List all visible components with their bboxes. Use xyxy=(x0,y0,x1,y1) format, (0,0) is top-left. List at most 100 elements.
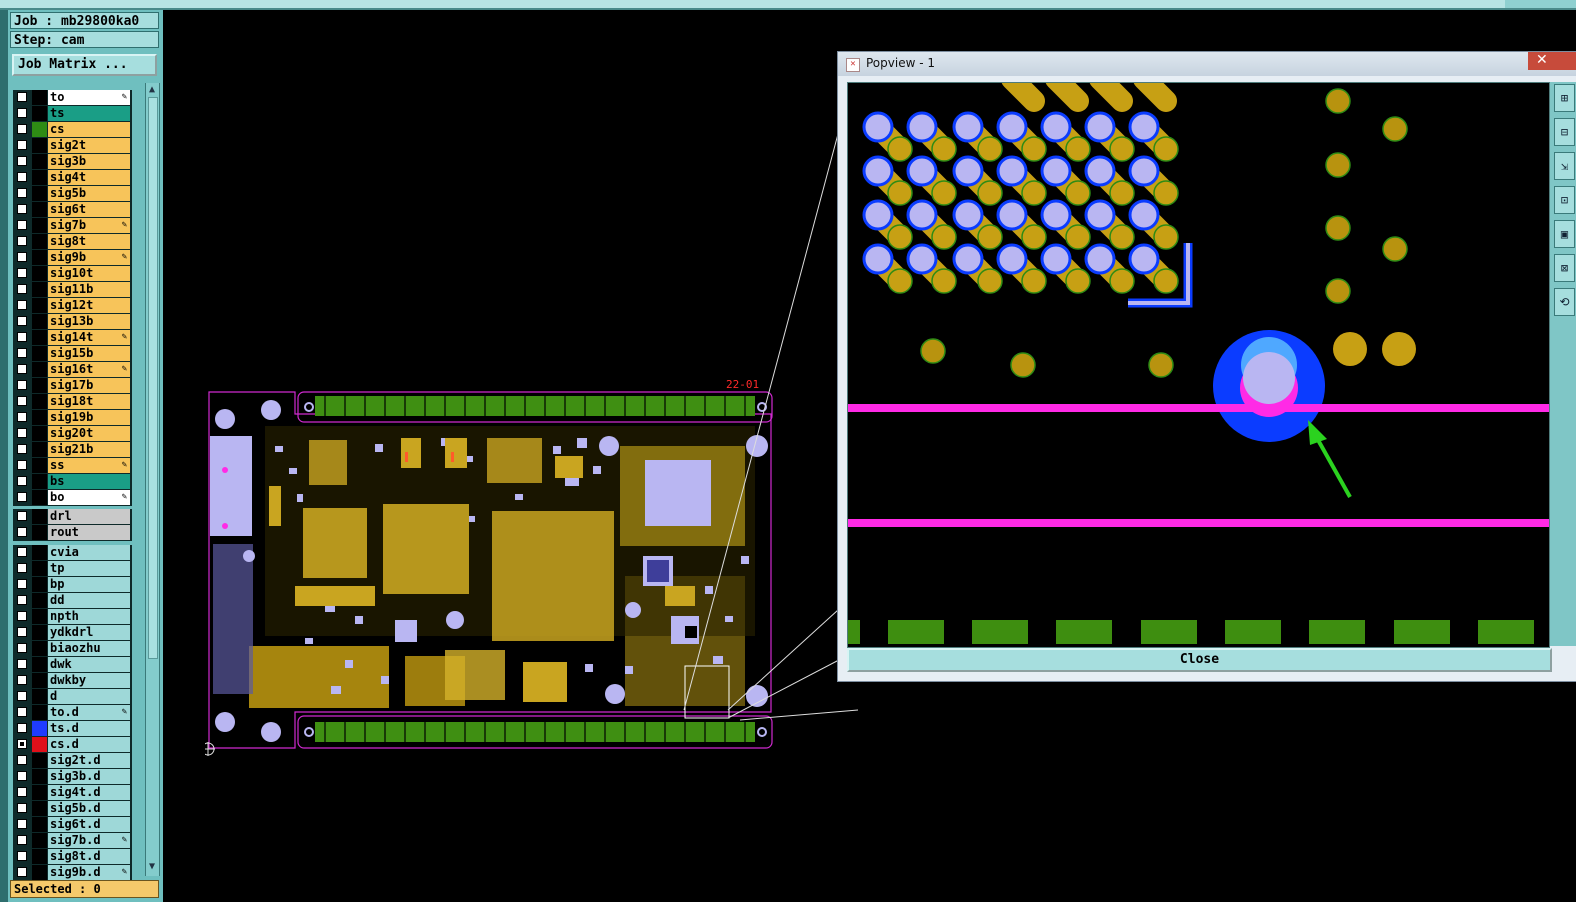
layer-color-swatch[interactable] xyxy=(32,769,47,784)
fit-icon[interactable]: ⊡ xyxy=(1554,186,1575,214)
layer-row[interactable]: dd xyxy=(13,593,132,608)
layer-checkbox[interactable] xyxy=(17,691,27,701)
layer-checkbox[interactable] xyxy=(17,739,27,749)
layer-row[interactable]: dwkby xyxy=(13,673,132,688)
layer-color-swatch[interactable] xyxy=(32,609,47,624)
layer-color-swatch[interactable] xyxy=(32,561,47,576)
layer-name[interactable]: sig6t xyxy=(48,202,130,217)
layer-color-swatch[interactable] xyxy=(32,657,47,672)
layer-color-swatch[interactable] xyxy=(32,490,47,505)
layer-name[interactable]: sig15b xyxy=(48,346,130,361)
layer-checkbox[interactable] xyxy=(17,563,27,573)
layer-color-swatch[interactable] xyxy=(32,410,47,425)
layer-color-swatch[interactable] xyxy=(32,250,47,265)
layer-name[interactable]: sig19b xyxy=(48,410,130,425)
layer-checkbox[interactable] xyxy=(17,172,27,182)
layer-checkbox[interactable] xyxy=(17,787,27,797)
layer-name[interactable]: sig6t.d xyxy=(48,817,130,832)
layer-checkbox[interactable] xyxy=(17,284,27,294)
layer-checkbox[interactable] xyxy=(17,364,27,374)
layer-row[interactable]: sig20t xyxy=(13,426,132,441)
layer-name[interactable]: sig10t xyxy=(48,266,130,281)
layer-row[interactable]: sig4t xyxy=(13,170,132,185)
layer-checkbox[interactable] xyxy=(17,460,27,470)
layer-row[interactable]: sig5b.d xyxy=(13,801,132,816)
layer-row[interactable]: ss ✎ xyxy=(13,458,132,473)
popview-close-icon[interactable]: ✕ xyxy=(1528,52,1576,70)
layer-name[interactable]: ts xyxy=(48,106,130,121)
layer-color-swatch[interactable] xyxy=(32,849,47,864)
layer-checkbox[interactable] xyxy=(17,204,27,214)
layer-color-swatch[interactable] xyxy=(32,673,47,688)
layer-color-swatch[interactable] xyxy=(32,737,47,752)
layer-name[interactable]: sig16t ✎ xyxy=(48,362,130,377)
job-matrix-button[interactable]: Job Matrix ... xyxy=(12,54,157,76)
layer-name[interactable]: sig11b xyxy=(48,282,130,297)
layer-row[interactable]: sig15b xyxy=(13,346,132,361)
layer-color-swatch[interactable] xyxy=(32,474,47,489)
layer-row[interactable]: ts.d xyxy=(13,721,132,736)
layer-color-swatch[interactable] xyxy=(32,625,47,640)
layer-checkbox[interactable] xyxy=(17,611,27,621)
layer-row[interactable]: sig14t ✎ xyxy=(13,330,132,345)
layer-name[interactable]: bs xyxy=(48,474,130,489)
layer-name[interactable]: sig5b.d xyxy=(48,801,130,816)
layer-row[interactable]: d xyxy=(13,689,132,704)
layer-color-swatch[interactable] xyxy=(32,801,47,816)
layer-name[interactable]: ydkdrl xyxy=(48,625,130,640)
layer-row[interactable]: sig3b.d xyxy=(13,769,132,784)
layer-checkbox[interactable] xyxy=(17,412,27,422)
layer-checkbox[interactable] xyxy=(17,771,27,781)
layer-row[interactable]: sig18t xyxy=(13,394,132,409)
layer-color-swatch[interactable] xyxy=(32,330,47,345)
zoom-in-icon[interactable]: ⊞ xyxy=(1554,84,1575,112)
layer-checkbox[interactable] xyxy=(17,579,27,589)
layer-color-swatch[interactable] xyxy=(32,721,47,736)
layer-color-swatch[interactable] xyxy=(32,378,47,393)
layer-color-swatch[interactable] xyxy=(32,545,47,560)
layer-color-swatch[interactable] xyxy=(32,234,47,249)
layer-row[interactable]: sig10t xyxy=(13,266,132,281)
popview-titlebar[interactable]: ✕ Popview - 1 ✕ xyxy=(838,52,1576,76)
layer-color-swatch[interactable] xyxy=(32,458,47,473)
layer-checkbox[interactable] xyxy=(17,220,27,230)
layer-row[interactable]: sig11b xyxy=(13,282,132,297)
layer-row[interactable]: dwk xyxy=(13,657,132,672)
layer-checkbox[interactable] xyxy=(17,511,27,521)
window-icon[interactable]: ▣ xyxy=(1554,220,1575,248)
layer-row[interactable]: sig21b xyxy=(13,442,132,457)
layer-name[interactable]: sig5b xyxy=(48,186,130,201)
layer-name[interactable]: sig8t.d xyxy=(48,849,130,864)
popview-canvas[interactable] xyxy=(847,82,1550,648)
layer-checkbox[interactable] xyxy=(17,108,27,118)
layer-checkbox[interactable] xyxy=(17,236,27,246)
layer-row[interactable]: sig5b xyxy=(13,186,132,201)
layer-name[interactable]: sig9b.d ✎ xyxy=(48,865,130,880)
layer-checkbox[interactable] xyxy=(17,140,27,150)
layer-color-swatch[interactable] xyxy=(32,106,47,121)
layer-color-swatch[interactable] xyxy=(32,202,47,217)
layer-name[interactable]: tp xyxy=(48,561,130,576)
layer-name[interactable]: dwkby xyxy=(48,673,130,688)
layer-checkbox[interactable] xyxy=(17,156,27,166)
layer-checkbox[interactable] xyxy=(17,188,27,198)
layer-checkbox[interactable] xyxy=(17,332,27,342)
layer-checkbox[interactable] xyxy=(17,803,27,813)
layer-name[interactable]: sig21b xyxy=(48,442,130,457)
layer-name[interactable]: to ✎ xyxy=(48,90,130,105)
layer-name[interactable]: cs.d xyxy=(48,737,130,752)
layer-row[interactable]: to ✎ xyxy=(13,90,132,105)
layer-name[interactable]: sig20t xyxy=(48,426,130,441)
layer-checkbox[interactable] xyxy=(17,675,27,685)
layer-checkbox[interactable] xyxy=(17,300,27,310)
zoom-out-icon[interactable]: ⊟ xyxy=(1554,118,1575,146)
layer-color-swatch[interactable] xyxy=(32,138,47,153)
layer-color-swatch[interactable] xyxy=(32,90,47,105)
layer-name[interactable]: sig4t.d xyxy=(48,785,130,800)
layer-row[interactable]: sig8t xyxy=(13,234,132,249)
layer-color-swatch[interactable] xyxy=(32,442,47,457)
layer-name[interactable]: sig17b xyxy=(48,378,130,393)
layer-color-swatch[interactable] xyxy=(32,817,47,832)
layer-row[interactable]: sig9b ✎ xyxy=(13,250,132,265)
layer-checkbox[interactable] xyxy=(17,835,27,845)
